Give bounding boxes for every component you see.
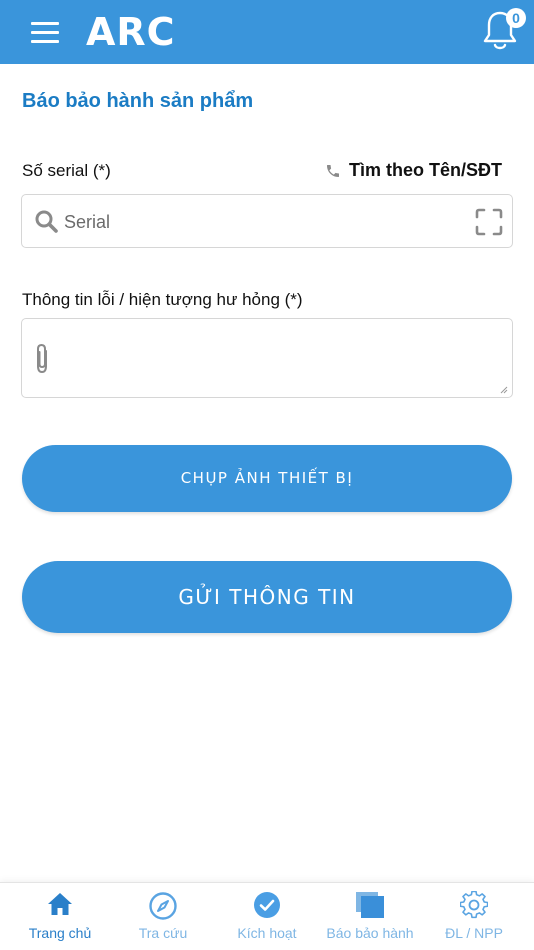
nav-item-warranty-report[interactable]: Báo bảo hành [318,883,422,950]
nav-label: Trang chủ [28,925,92,941]
serial-field [21,194,513,248]
nav-item-activate[interactable]: Kích hoạt [215,883,319,950]
phone-icon [327,164,339,177]
app-logo: ARC [86,10,176,54]
paperclip-icon[interactable] [32,343,52,375]
nav-item-home[interactable]: Trang chủ [8,883,112,950]
search-by-name-phone-label: Tìm theo Tên/SĐT [349,160,502,180]
search-icon [35,210,58,233]
nav-label: Tra cứu [138,925,188,941]
nav-item-lookup[interactable]: Tra cứu [111,883,215,950]
page-title: Báo bảo hành sản phẩm [22,90,254,112]
app-screen: ARC 0 Báo bảo hành sản phẩm Số serial (*… [0,0,534,950]
error-info-label: Thông tin lỗi / hiện tượng hư hỏng (*) [22,290,303,309]
nav-item-dealer[interactable]: ĐL / NPP [422,883,526,950]
bottom-navigation: Trang chủ Tra cứu Kích hoạt Báo bảo hành [0,882,534,950]
serial-input[interactable] [64,207,464,237]
compass-icon [149,892,177,920]
app-header: ARC 0 [0,0,534,64]
nav-label: Báo bảo hành [326,925,414,941]
resize-handle-icon[interactable] [500,386,508,394]
error-info-field [21,318,513,398]
scan-icon[interactable] [475,208,503,236]
notification-badge: 0 [506,8,526,28]
search-by-name-phone-link[interactable]: Tìm theo Tên/SĐT [325,160,502,181]
check-circle-icon [254,892,280,918]
nav-label: Kích hoạt [237,925,297,941]
error-info-textarea[interactable] [64,327,504,391]
home-icon [48,893,72,915]
stacked-squares-icon [356,892,384,918]
gear-icon [460,891,488,919]
serial-label: Số serial (*) [22,161,111,180]
submit-button[interactable]: GỬI THÔNG TIN [22,561,512,633]
take-photo-button[interactable]: CHỤP ẢNH THIẾT BỊ [22,445,512,512]
notification-button[interactable]: 0 [480,8,526,56]
nav-label: ĐL / NPP [445,925,503,941]
menu-icon[interactable] [31,22,59,44]
